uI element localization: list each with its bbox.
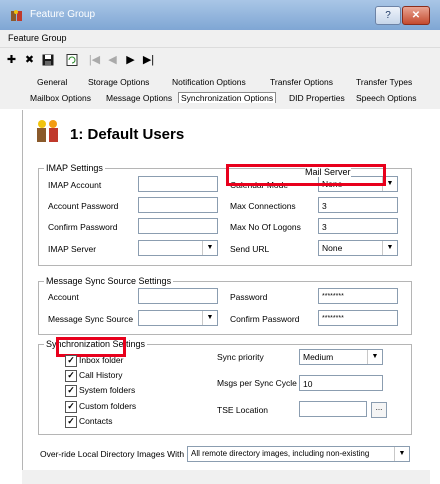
call-history-label: Call History (79, 370, 123, 380)
menu-bar: Feature Group (0, 30, 440, 48)
imap-account-label: IMAP Account (48, 180, 102, 190)
menu-label[interactable]: Feature Group (8, 33, 67, 43)
tab-notification-options[interactable]: Notification Options (172, 77, 246, 87)
last-icon[interactable]: ▶| (140, 51, 157, 68)
tab-transfer-options[interactable]: Transfer Options (270, 77, 333, 87)
tab-speech-options[interactable]: Speech Options (356, 93, 416, 103)
help-button[interactable]: ? (375, 6, 401, 25)
chevron-down-icon[interactable]: ▼ (382, 241, 397, 255)
max-logons-label: Max No Of Logons (230, 222, 301, 232)
delete-icon[interactable]: ✖ (21, 51, 38, 68)
chevron-down-icon[interactable]: ▼ (202, 241, 217, 255)
contacts-label: Contacts (79, 416, 113, 426)
system-folders-label: System folders (79, 385, 136, 395)
chevron-down-icon[interactable]: ▼ (367, 350, 382, 364)
tab-transfer-types[interactable]: Transfer Types (356, 77, 412, 87)
tab-storage-options[interactable]: Storage Options (88, 77, 149, 87)
tab-strip: General Storage Options Notification Opt… (0, 72, 440, 109)
toolbar: ✚ ✖ |◀ ◀ ▶ ▶| (0, 48, 440, 72)
account-password-field[interactable] (138, 197, 218, 213)
mail-server-annotation: Mail Server (305, 167, 351, 177)
tab-synchronization-options[interactable]: Synchronization Options (178, 92, 277, 103)
max-connections-field[interactable]: 3 (318, 197, 398, 213)
max-logons-field[interactable]: 3 (318, 218, 398, 234)
send-url-value: None (322, 243, 343, 253)
next-icon[interactable]: ▶ (122, 51, 139, 68)
imap-server-label: IMAP Server (48, 244, 97, 254)
custom-folders-checkbox[interactable]: ✓ (65, 401, 77, 413)
add-icon[interactable]: ✚ (3, 51, 20, 68)
account-password-label: Account Password (48, 201, 119, 211)
send-url-label: Send URL (230, 244, 270, 254)
close-button[interactable]: ✕ (402, 6, 430, 25)
sync-priority-select[interactable]: Medium ▼ (299, 349, 383, 365)
inbox-folder-checkbox[interactable]: ✓ (65, 355, 77, 367)
msgsync-account-label: Account (48, 292, 79, 302)
sync-priority-value: Medium (303, 352, 334, 362)
system-folders-checkbox[interactable]: ✓ (65, 385, 77, 397)
users-group-icon (35, 118, 61, 146)
chevron-down-icon[interactable]: ▼ (202, 311, 217, 325)
inbox-folder-label: Inbox folder (79, 355, 124, 365)
msgsync-confirm-label: Confirm Password (230, 314, 300, 324)
msgsync-source-select[interactable]: ▼ (138, 310, 218, 326)
msgs-per-cycle-label: Msgs per Sync Cycle (217, 378, 297, 388)
msgsync-password-field[interactable]: ******** (318, 288, 398, 304)
tse-location-label: TSE Location (217, 405, 269, 415)
max-connections-label: Max Connections (230, 201, 296, 211)
contacts-checkbox[interactable]: ✓ (65, 416, 77, 428)
override-value: All remote directory images, including n… (191, 449, 370, 458)
bottom-strip (22, 470, 430, 484)
browse-button[interactable]: ... (371, 402, 387, 418)
override-label: Over-ride Local Directory Images With (40, 449, 185, 459)
tab-did-properties[interactable]: DID Properties (289, 93, 345, 103)
page-title: 1: Default Users (70, 126, 185, 143)
call-history-checkbox[interactable]: ✓ (65, 370, 77, 382)
send-url-select[interactable]: None ▼ (318, 240, 398, 256)
chevron-down-icon[interactable]: ▼ (394, 447, 409, 461)
refresh-icon[interactable] (63, 51, 80, 68)
custom-folders-label: Custom folders (79, 401, 137, 411)
msgsync-password-label: Password (230, 292, 268, 302)
imap-server-select[interactable]: ▼ (138, 240, 218, 256)
tab-mailbox-options[interactable]: Mailbox Options (30, 93, 91, 103)
window-title: Feature Group (30, 9, 96, 20)
save-icon[interactable] (39, 51, 56, 68)
first-icon[interactable]: |◀ (86, 51, 103, 68)
app-icon (10, 9, 24, 23)
confirm-password-label: Confirm Password (48, 222, 118, 232)
tse-location-field[interactable] (299, 401, 367, 417)
sync-priority-label: Sync priority (217, 352, 264, 362)
msgsync-confirm-field[interactable]: ******** (318, 310, 398, 326)
tab-message-options[interactable]: Message Options (106, 93, 172, 103)
imap-account-field[interactable] (138, 176, 218, 192)
override-select[interactable]: All remote directory images, including n… (187, 446, 410, 462)
imap-settings-label: IMAP Settings (44, 163, 105, 173)
confirm-password-field[interactable] (138, 218, 218, 234)
msgsync-account-field[interactable] (138, 288, 218, 304)
prev-icon[interactable]: ◀ (104, 51, 121, 68)
msgs-per-cycle-field[interactable]: 10 (299, 375, 383, 391)
msgsync-source-label: Message Sync Source (48, 314, 134, 324)
message-sync-source-label: Message Sync Source Settings (44, 276, 174, 286)
highlight-box-sync-settings (56, 337, 126, 357)
tab-general[interactable]: General (37, 77, 67, 87)
